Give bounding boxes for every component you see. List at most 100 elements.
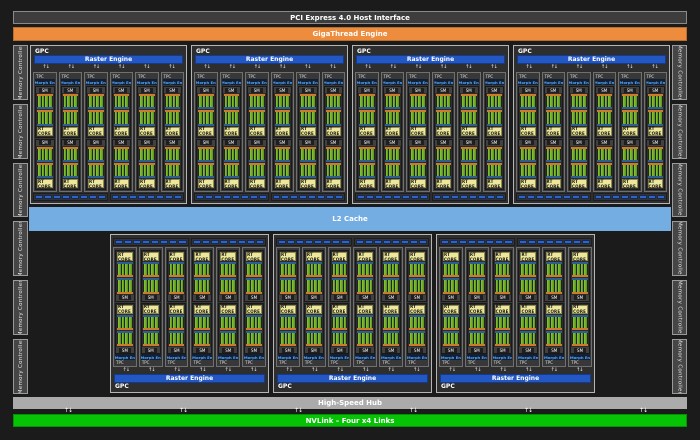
cuda-core-bar <box>421 96 425 108</box>
cuda-core-bar <box>121 148 125 160</box>
sm-header-label: SM <box>386 87 399 93</box>
rt-core-block-label: RT CORE <box>385 126 399 136</box>
sm-block: SM RT CORE <box>323 86 343 138</box>
polymorph-engine-bar: PolyMorph Engine <box>60 79 80 85</box>
cuda-core-bar <box>165 96 169 108</box>
cuda-core-bar <box>209 112 213 124</box>
sm-core-section <box>220 330 237 346</box>
core-bar-group <box>246 280 262 292</box>
core-bar-group <box>164 164 180 176</box>
cuda-core-bar <box>601 164 604 176</box>
sm-block: SM RT CORE <box>323 138 343 190</box>
sm-header-label: SM <box>89 87 102 93</box>
cuda-core-bar <box>284 332 288 344</box>
cuda-core-bar <box>254 332 258 344</box>
rt-core-block: RT CORE <box>117 304 133 314</box>
sm-core-section <box>468 278 485 294</box>
sm-block: SM RT CORE <box>86 86 106 138</box>
cuda-core-bar <box>250 280 254 292</box>
cuda-core-bar <box>292 332 295 344</box>
sm-header: SM <box>467 347 486 353</box>
cuda-core-bar <box>411 112 414 124</box>
rt-core-block-label: RT CORE <box>140 178 153 189</box>
cuda-core-bar <box>48 164 52 176</box>
sm-header: SM <box>248 139 266 146</box>
cuda-core-bar <box>575 96 579 108</box>
cuda-core-bar <box>451 264 455 276</box>
raster-engine-bar-label: Raster Engine <box>406 56 455 63</box>
sm-core-section <box>461 146 477 162</box>
cuda-core-bar <box>288 332 292 344</box>
sm-strip-blue <box>88 107 104 110</box>
cuda-core-bar <box>480 280 484 292</box>
core-bar-group <box>168 332 185 344</box>
cuda-core-bar <box>451 316 455 328</box>
rt-core-block-label: RT CORE <box>411 178 424 189</box>
cuda-core-bar <box>487 96 491 108</box>
rt-core-block-label: RT CORE <box>469 304 483 314</box>
gigathread-engine-bar: GigaThread Engine <box>13 27 687 41</box>
cuda-core-bar <box>311 164 315 176</box>
cuda-core-bar <box>333 96 337 108</box>
cuda-core-bar <box>363 96 367 108</box>
sm-header: SM <box>646 139 664 146</box>
cuda-core-bar <box>147 316 151 328</box>
polymorph-engine-bar: PolyMorph Engine <box>137 79 157 85</box>
cuda-core-bar <box>232 280 236 292</box>
core-bar-group <box>139 96 155 108</box>
sm-strip-orange <box>142 275 159 278</box>
polymorph-engine-bar: PolyMorph Engine <box>433 79 454 85</box>
core-bar-group <box>409 264 425 276</box>
cuda-core-bar <box>528 280 532 292</box>
rop-unit <box>657 195 665 199</box>
sm-core-section <box>325 94 341 110</box>
core-bar-group <box>274 148 290 160</box>
sm-core-section <box>546 278 563 294</box>
polymorph-engine-bar: PolyMorph Engine <box>484 79 504 85</box>
sm-strip-orange <box>246 275 262 278</box>
sm-block: SM RT CORE <box>115 250 135 302</box>
core-bar-group <box>443 316 459 328</box>
sm-block: SM RT CORE <box>192 250 213 302</box>
sm-strip-orange <box>546 275 563 278</box>
rt-core-block-label: RT CORE <box>623 126 636 136</box>
cuda-core-bar <box>333 148 337 160</box>
cuda-core-bar <box>557 148 560 160</box>
rt-core-block-label: RT CORE <box>573 251 587 262</box>
sm-core-section <box>383 262 400 278</box>
core-bar-group <box>546 280 563 292</box>
cuda-core-bar <box>326 164 330 176</box>
rt-core-block: RT CORE <box>62 179 78 189</box>
sm-header-label: SM <box>38 87 51 93</box>
sm-core-section <box>280 314 296 330</box>
cuda-core-bar <box>524 96 528 108</box>
cuda-core-bar <box>532 264 536 276</box>
cuda-core-bar <box>231 96 235 108</box>
sm-core-section <box>596 146 612 162</box>
sm-strip-orange <box>383 291 400 294</box>
cuda-core-bar <box>89 112 92 124</box>
cuda-core-bar <box>573 280 576 292</box>
cuda-core-bar <box>260 164 264 176</box>
rop-group <box>33 193 108 201</box>
sm-header: SM <box>595 139 613 146</box>
cuda-core-bar <box>199 332 202 344</box>
cuda-core-bar <box>608 96 611 108</box>
polymorph-engine-bar-label: PolyMorph Engine <box>433 79 454 85</box>
gpc-block: GPCRaster Engine↑↓↑↓↑↓↑↓↑↓↑↓TPCPolyMorph… <box>513 45 670 204</box>
cuda-core-bar <box>389 164 392 176</box>
sm-strip-blue <box>300 107 316 110</box>
rop-unit <box>124 240 133 244</box>
tpc-block: TPCPolyMorph EngineSMRT CORESMRT CORE <box>355 72 379 192</box>
rop-unit <box>450 240 459 244</box>
sm-header: SM <box>460 139 478 146</box>
rop-unit <box>204 195 213 199</box>
core-bar-group <box>410 96 426 108</box>
memory-controller-block: Memory Controller <box>13 45 28 100</box>
core-bar-group <box>545 96 561 108</box>
polymorph-engine-bar-label: PolyMorph Engine <box>162 79 183 85</box>
cuda-core-bar <box>550 164 553 176</box>
sm-strip-orange <box>409 291 425 294</box>
tpc-arrow-icon: ↑↓ <box>600 64 608 70</box>
cuda-core-bar <box>487 164 491 176</box>
